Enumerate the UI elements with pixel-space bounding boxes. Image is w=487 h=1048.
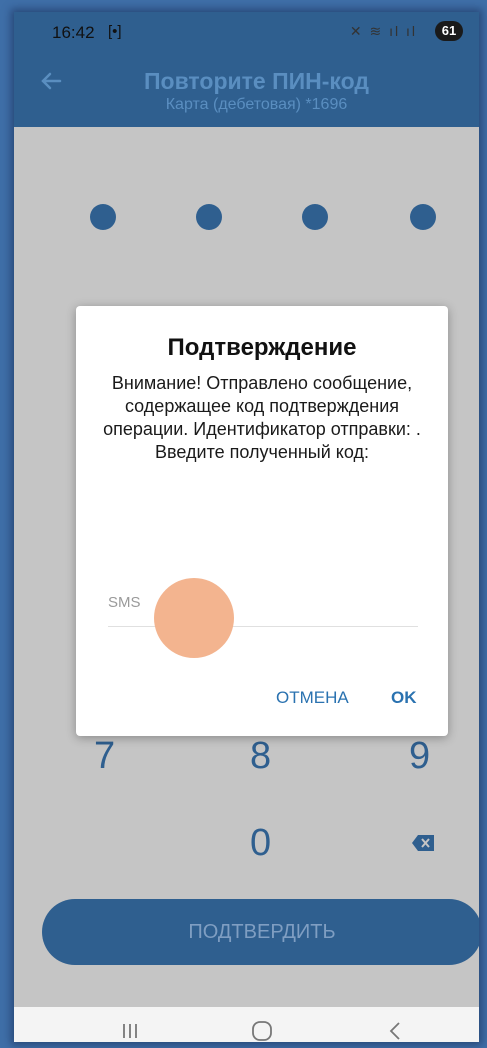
pin-dot: [410, 204, 436, 230]
pin-dot: [302, 204, 328, 230]
page-subtitle: Карта (дебетовая) *1696: [165, 96, 348, 113]
signal-icons: ✕ ≋ ıl ıl: [349, 23, 417, 39]
sms-input[interactable]: SMS: [108, 594, 141, 611]
status-time: 16:42: [52, 23, 95, 42]
recent-apps-icon[interactable]: [118, 1019, 142, 1042]
app-header: Повторите ПИН-код Карта (дебетовая) *169…: [14, 52, 479, 127]
backspace-icon[interactable]: [412, 835, 434, 851]
key-7[interactable]: 7: [94, 735, 115, 778]
key-0[interactable]: 0: [250, 822, 271, 865]
page-title: Повторите ПИН-код: [144, 68, 369, 94]
home-icon[interactable]: [250, 1019, 274, 1042]
phone-screen: 16:42 [•] ✕ ≋ ıl ıl 61 Повторите ПИН-код…: [14, 12, 479, 1042]
ok-button[interactable]: OK: [391, 688, 417, 708]
camera-icon: [•]: [108, 23, 122, 40]
dialog-message: Внимание! Отправлено сообщение, содержащ…: [103, 373, 421, 462]
status-bar: 16:42 [•] ✕ ≋ ıl ıl 61: [14, 12, 479, 52]
confirmation-dialog: Подтверждение Внимание! Отправлено сообщ…: [76, 306, 448, 736]
dialog-title: Подтверждение: [167, 334, 357, 361]
cancel-button[interactable]: ОТМЕНА: [276, 688, 349, 708]
battery-icon: 61: [435, 21, 463, 41]
system-nav-bar: [14, 1007, 479, 1042]
pin-dot: [196, 204, 222, 230]
back-icon[interactable]: [384, 1019, 408, 1042]
confirm-button[interactable]: ПОДТВЕРДИТЬ: [42, 899, 479, 965]
key-8[interactable]: 8: [250, 735, 271, 778]
key-9[interactable]: 9: [409, 735, 430, 778]
pin-dot: [90, 204, 116, 230]
touch-indicator: [154, 578, 234, 658]
